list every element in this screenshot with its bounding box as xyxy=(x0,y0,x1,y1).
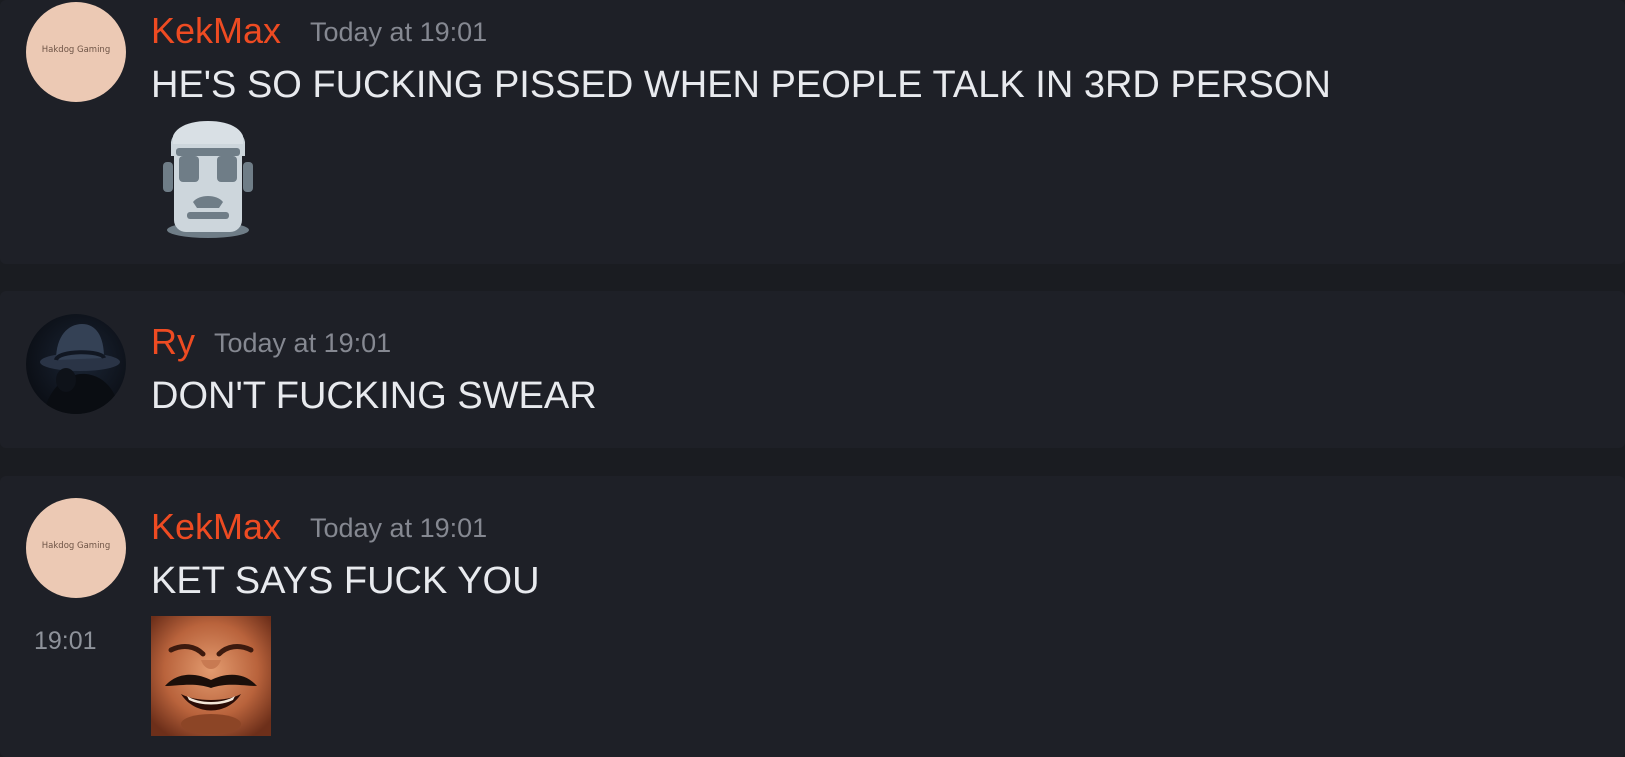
avatar-ry[interactable] xyxy=(26,314,126,414)
message-text: KET SAYS FUCK YOU xyxy=(151,560,540,602)
avatar-label: Hakdog Gaming xyxy=(41,45,111,55)
avatar-kekmax[interactable]: Hakdog Gaming xyxy=(26,498,126,598)
username[interactable]: KekMax xyxy=(151,10,281,52)
avatar-kekmax[interactable]: Hakdog Gaming xyxy=(26,2,126,102)
hat-icon xyxy=(40,324,120,414)
chat-log: Hakdog Gaming KekMax Today at 19:01 HE'S… xyxy=(0,0,1625,757)
timestamp: Today at 19:01 xyxy=(310,513,488,543)
avatar-label: Hakdog Gaming xyxy=(41,541,111,551)
message-text: DON'T FUCKING SWEAR xyxy=(151,375,597,417)
laughing-man-emoji[interactable] xyxy=(151,616,271,736)
timestamp: Today at 19:01 xyxy=(214,328,392,358)
hover-timestamp: 19:01 xyxy=(34,627,97,655)
username[interactable]: KekMax xyxy=(151,506,281,548)
username[interactable]: Ry xyxy=(151,321,195,363)
moai-emoji[interactable] xyxy=(163,116,253,240)
message-text: HE'S SO FUCKING PISSED WHEN PEOPLE TALK … xyxy=(151,64,1331,106)
timestamp: Today at 19:01 xyxy=(310,17,488,47)
message-kekmax-1[interactable]: Hakdog Gaming KekMax Today at 19:01 HE'S… xyxy=(0,0,1625,264)
message-ry[interactable]: Ry Today at 19:01 DON'T FUCKING SWEAR xyxy=(0,291,1625,448)
